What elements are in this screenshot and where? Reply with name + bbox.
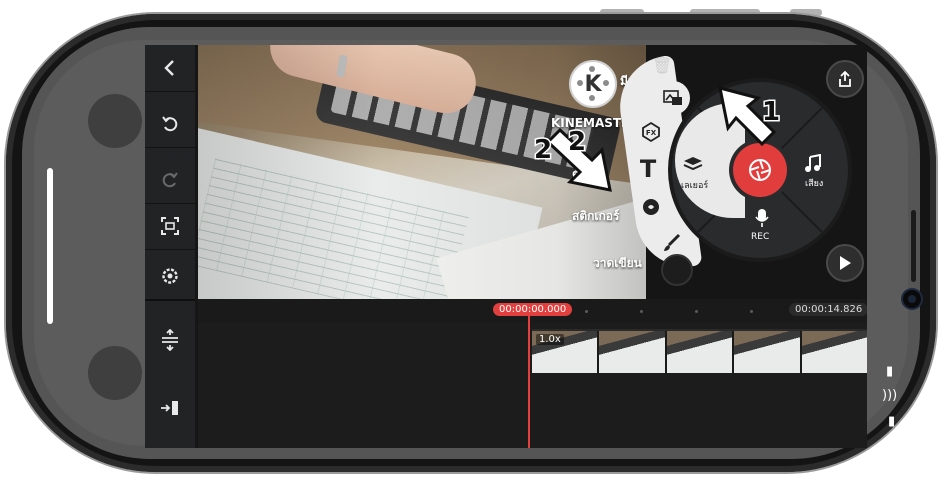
home-indicator [47, 168, 53, 324]
video-clip[interactable]: 1.0x [532, 329, 867, 373]
undo-icon [162, 116, 178, 132]
battery-icon: ▮ [888, 414, 896, 429]
sticker-label: สติกเกอร์ [572, 209, 620, 223]
export-icon [161, 401, 178, 415]
play-button[interactable] [826, 244, 864, 282]
capture-button[interactable] [145, 203, 195, 250]
mic-icon [755, 209, 769, 227]
annotation-number-2: 2 [534, 135, 552, 165]
voice-record-wheel-segment[interactable]: REC [745, 206, 779, 246]
small-round-button[interactable] [661, 254, 693, 286]
speaker-slot [911, 210, 916, 282]
share-icon [839, 70, 851, 87]
clip-speed: 1.0x [536, 334, 564, 345]
settings-icon [162, 268, 178, 284]
settings-button[interactable] [145, 253, 195, 300]
layers-icon [683, 157, 703, 171]
undo-button[interactable] [145, 101, 195, 148]
annotation-number-2b: 2 [568, 127, 586, 157]
share-button[interactable] [826, 60, 864, 98]
timeline[interactable]: 00:00:00.000 00:00:14.826 1.0x [198, 299, 867, 448]
back-button[interactable] [145, 45, 195, 92]
left-toolbar [145, 45, 195, 448]
trash-icon[interactable]: 🗑 [652, 56, 672, 75]
signal-icon: ▮ [886, 364, 894, 379]
current-time: 00:00:00.000 [493, 303, 573, 316]
total-time: 00:00:14.826 [789, 303, 867, 316]
music-icon [805, 154, 821, 172]
layer-label: เลเยอร์ [681, 181, 709, 191]
sticker-icon [643, 199, 659, 215]
audio-label: เสียง [805, 179, 824, 189]
play-icon [840, 256, 851, 270]
text-icon: T [639, 155, 657, 183]
camera-icon [749, 159, 771, 181]
redo-icon [162, 172, 178, 188]
kinemaster-logo: K [569, 60, 617, 108]
drawing-label: วาดเขียน [593, 256, 642, 270]
svg-text:FX: FX [646, 129, 657, 137]
annotation-arrow-1: 1 [718, 85, 782, 147]
redo-button[interactable] [145, 157, 195, 204]
bezel-circle-top [88, 94, 142, 148]
split-track-button[interactable] [145, 317, 195, 363]
fx-icon: FX [642, 121, 660, 143]
annotation-arrow-2: 2 2 [533, 126, 612, 192]
back-icon [164, 60, 174, 76]
rec-label: REC [751, 232, 770, 242]
bezel-circle-bottom [88, 346, 142, 400]
toolbar-divider [145, 299, 195, 301]
playhead[interactable] [528, 315, 530, 448]
wifi-icon: ))) [882, 388, 898, 403]
export-to-edge-button[interactable] [145, 385, 195, 431]
front-camera-lens [903, 290, 921, 308]
annotation-number-1: 1 [762, 97, 780, 127]
capture-icon [161, 217, 179, 235]
split-icon [162, 329, 178, 351]
